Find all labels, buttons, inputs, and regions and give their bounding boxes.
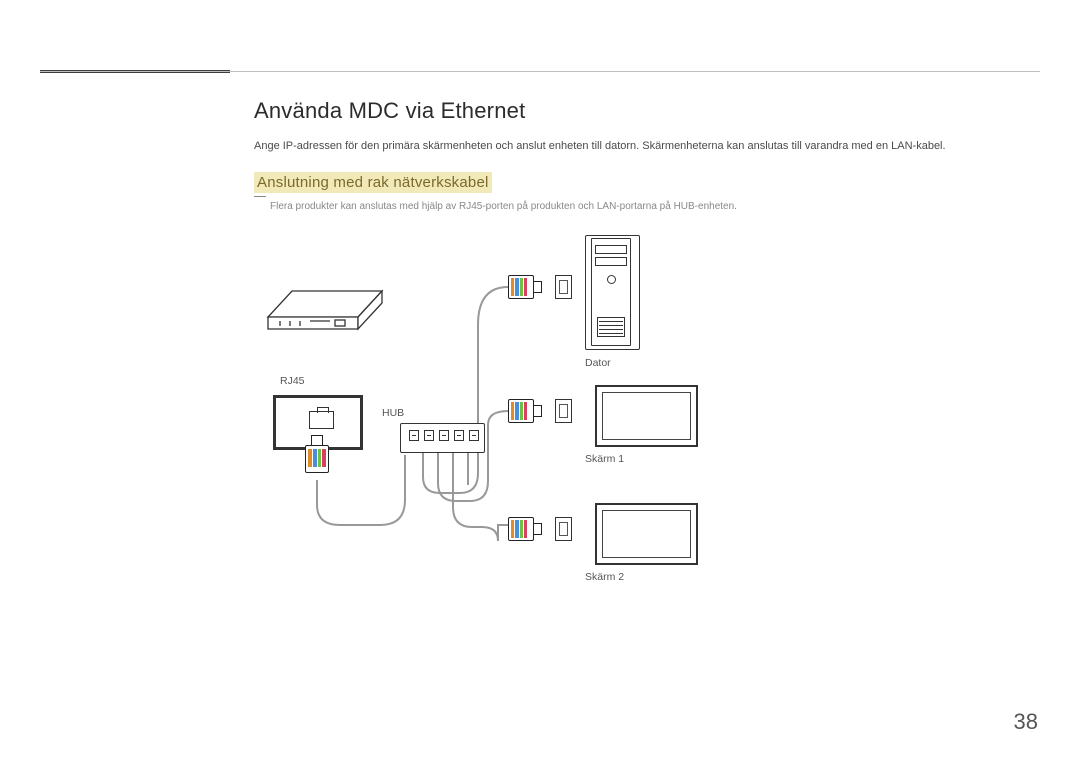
rj45-plug-icon bbox=[508, 515, 542, 544]
label-screen2: Skärm 2 bbox=[585, 571, 624, 583]
label-hub: HUB bbox=[382, 407, 404, 419]
lan-port-icon bbox=[555, 399, 572, 423]
monitor-screen-1 bbox=[595, 385, 698, 447]
label-rj45: RJ45 bbox=[280, 375, 305, 387]
rj45-plug-icon bbox=[508, 273, 542, 302]
hub-port-icon bbox=[439, 430, 449, 441]
network-device-icon bbox=[260, 277, 390, 337]
note-text: Flera produkter kan anslutas med hjälp a… bbox=[270, 200, 1000, 214]
hub-port-icon bbox=[454, 430, 464, 441]
subheading: Anslutning med rak nätverkskabel bbox=[254, 172, 492, 193]
section-title: Använda MDC via Ethernet bbox=[254, 98, 525, 124]
hub-port-icon bbox=[469, 430, 479, 441]
monitor-screen-2 bbox=[595, 503, 698, 565]
label-computer: Dator bbox=[585, 357, 611, 369]
intro-paragraph: Ange IP-adressen för den primära skärmen… bbox=[254, 138, 1020, 155]
computer-tower bbox=[585, 235, 640, 350]
lan-port-icon bbox=[555, 517, 572, 541]
network-device bbox=[260, 277, 390, 335]
hub-port-icon bbox=[424, 430, 434, 441]
rj45-plug-icon bbox=[508, 397, 542, 426]
lan-port-icon bbox=[555, 275, 572, 299]
connection-diagram: RJ45 HUB bbox=[260, 225, 780, 605]
hub-port-icon bbox=[409, 430, 419, 441]
network-hub bbox=[400, 423, 485, 453]
note-dash-icon bbox=[254, 196, 266, 197]
header-rule bbox=[40, 71, 1040, 72]
page-number: 38 bbox=[1014, 709, 1038, 735]
rj45-plug-icon bbox=[303, 435, 331, 475]
page-root: Använda MDC via Ethernet Ange IP-adresse… bbox=[0, 0, 1080, 763]
rj45-port-icon bbox=[309, 411, 334, 429]
label-screen1: Skärm 1 bbox=[585, 453, 624, 465]
